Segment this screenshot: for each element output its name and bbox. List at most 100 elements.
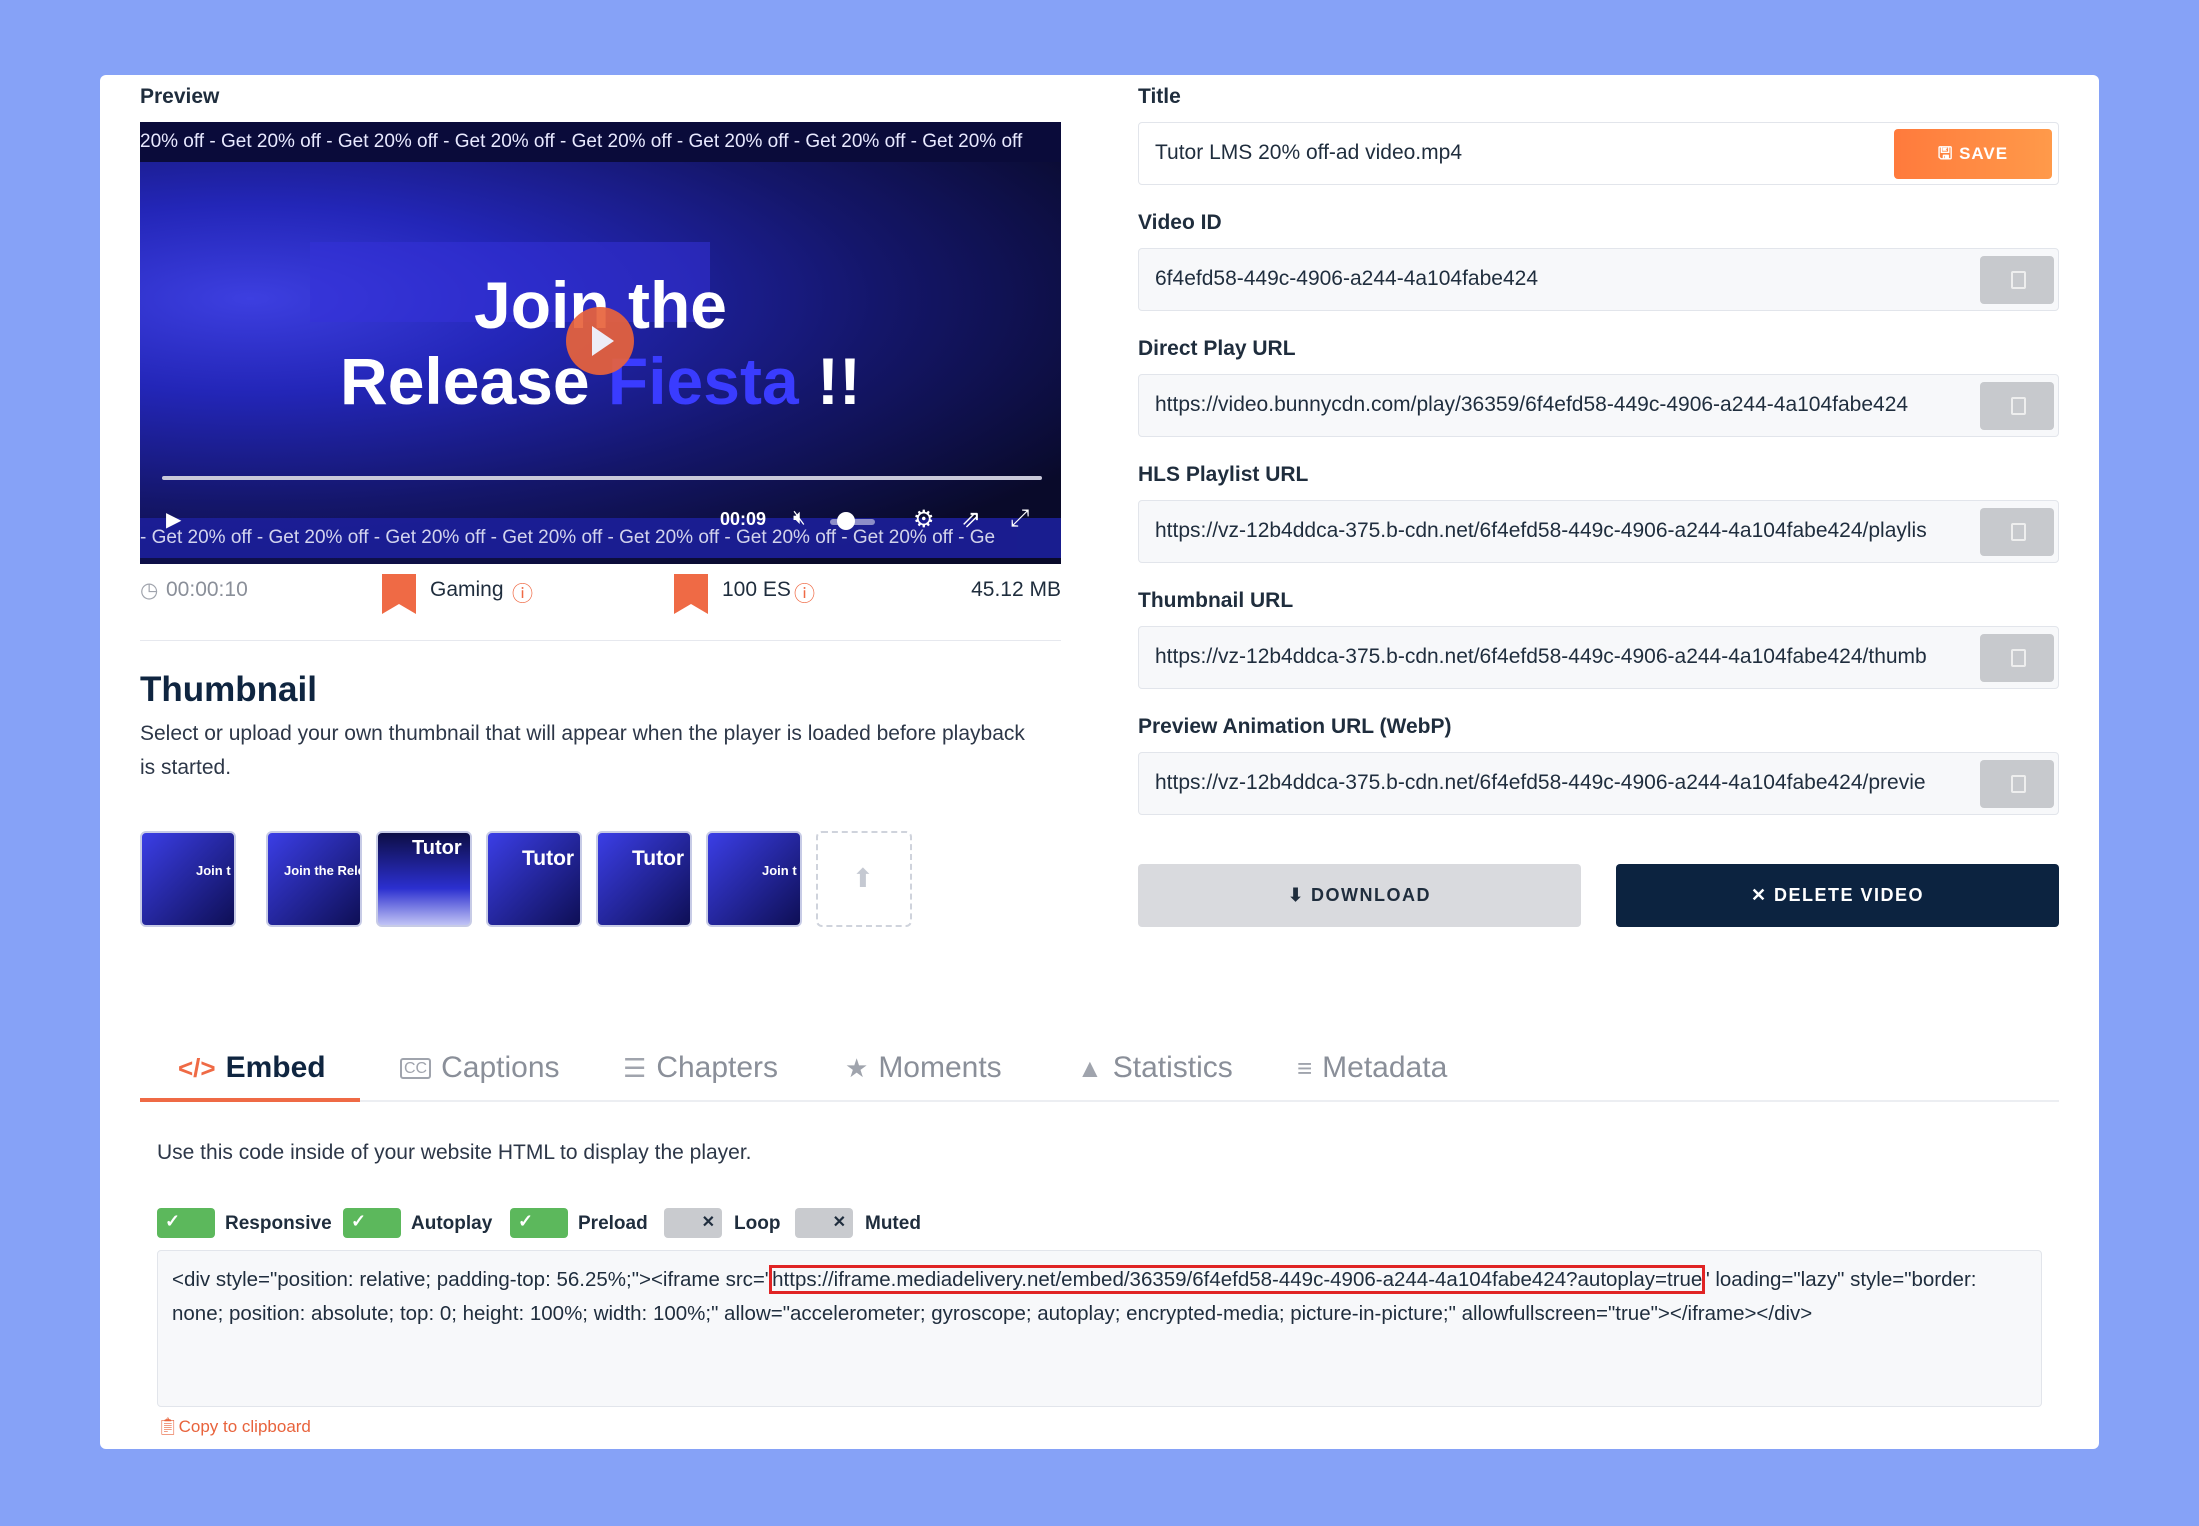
responsive-label: Responsive bbox=[225, 1213, 332, 1234]
tab-captions-label: Captions bbox=[441, 1051, 560, 1084]
volume-knob-icon[interactable] bbox=[837, 512, 855, 530]
thumbnail-option[interactable]: Tutor 20 bbox=[596, 831, 692, 927]
title-label: Title bbox=[1138, 85, 1181, 108]
video-title-fiesta: Fiesta bbox=[607, 344, 799, 418]
muted-label: Muted bbox=[865, 1213, 921, 1234]
tab-embed-label: Embed bbox=[225, 1051, 326, 1084]
thumbnail-option[interactable]: Join the Rele bbox=[266, 831, 362, 927]
title-input[interactable]: Tutor LMS 20% off-ad video.mp4 🖫︎ SAVE bbox=[1138, 122, 2059, 185]
video-title-bang: !! bbox=[798, 344, 861, 418]
clipboard-icon: 📋︎ bbox=[157, 1417, 179, 1436]
delete-label: DELETE VIDEO bbox=[1774, 885, 1925, 905]
video-player[interactable]: 20% off - Get 20% off - Get 20% off - Ge… bbox=[140, 122, 1061, 564]
copy-to-clipboard-label: Copy to clipboard bbox=[178, 1417, 311, 1436]
external-link-icon[interactable]: ⇗ bbox=[961, 505, 981, 534]
tab-moments[interactable]: ★ Moments bbox=[845, 1051, 1002, 1085]
rating-ribbon-icon bbox=[674, 574, 708, 614]
thumbnail-option[interactable]: Join t Release bbox=[140, 831, 236, 927]
save-icon: 🖫︎ bbox=[1937, 144, 1960, 163]
thumbnail-option[interactable]: Tutor 20 bbox=[486, 831, 582, 927]
video-details-card: Preview 20% off - Get 20% off - Get 20% … bbox=[100, 75, 2099, 1449]
delete-video-button[interactable]: ✕ DELETE VIDEO bbox=[1616, 864, 2059, 927]
category-info-icon[interactable]: ⓘ bbox=[512, 578, 533, 608]
active-tab-indicator bbox=[140, 1098, 360, 1102]
tab-metadata-label: Metadata bbox=[1322, 1051, 1448, 1084]
autoplay-toggle[interactable] bbox=[343, 1208, 401, 1238]
tab-chapters[interactable]: ☰ Chapters bbox=[623, 1051, 778, 1085]
tab-embed[interactable]: </> Embed bbox=[178, 1051, 326, 1085]
title-value: Tutor LMS 20% off-ad video.mp4 bbox=[1155, 141, 1462, 164]
preview-animation-value: https://vz-12b4ddca-375.b-cdn.net/6f4efd… bbox=[1155, 771, 1926, 794]
download-label: DOWNLOAD bbox=[1311, 885, 1432, 905]
tab-captions[interactable]: CC Captions bbox=[400, 1051, 560, 1085]
embed-code-url: https://iframe.mediadelivery.net/embed/3… bbox=[769, 1265, 1706, 1294]
video-ticker-top: 20% off - Get 20% off - Get 20% off - Ge… bbox=[140, 122, 1061, 162]
preload-toggle[interactable] bbox=[510, 1208, 568, 1238]
copy-to-clipboard-link[interactable]: 📋︎Copy to clipboard bbox=[157, 1417, 311, 1437]
download-button[interactable]: ⬇ DOWNLOAD bbox=[1138, 864, 1581, 927]
big-play-button[interactable] bbox=[566, 307, 634, 375]
upload-thumbnail-button[interactable]: ⬆ bbox=[816, 831, 912, 927]
tab-bar: </> Embed CC Captions ☰ Chapters ★ Moments ▲… bbox=[140, 1037, 2059, 1102]
embed-description: Use this code inside of your website HTM… bbox=[157, 1141, 752, 1164]
time-display: 00:09 bbox=[720, 509, 767, 529]
video-progress-bar[interactable] bbox=[162, 476, 1042, 480]
copy-thumbnail-url-button[interactable] bbox=[1980, 634, 2054, 682]
thumbnail-url-field: https://vz-12b4ddca-375.b-cdn.net/6f4efd… bbox=[1138, 626, 2059, 689]
muted-toggle[interactable] bbox=[795, 1208, 853, 1238]
rating-info-icon[interactable]: ⓘ bbox=[794, 578, 815, 608]
direct-play-field: https://video.bunnycdn.com/play/36359/6f… bbox=[1138, 374, 2059, 437]
preview-animation-label: Preview Animation URL (WebP) bbox=[1138, 715, 1452, 738]
autoplay-label: Autoplay bbox=[411, 1213, 493, 1234]
hls-label: HLS Playlist URL bbox=[1138, 463, 1309, 486]
save-label: SAVE bbox=[1959, 144, 2009, 163]
preview-animation-field: https://vz-12b4ddca-375.b-cdn.net/6f4efd… bbox=[1138, 752, 2059, 815]
code-icon: </> bbox=[178, 1053, 216, 1083]
thumbnail-heading: Thumbnail bbox=[140, 670, 317, 709]
embed-code-box[interactable]: <div style="position: relative; padding-… bbox=[157, 1250, 2042, 1407]
thumbnail-list: Join t Release Join the Rele Tutor Tutor… bbox=[140, 831, 940, 929]
section-divider bbox=[140, 640, 1061, 641]
embed-options: Responsive Autoplay Preload Loop Muted bbox=[157, 1208, 1057, 1240]
embed-code-start: <div style="position: relative; padding-… bbox=[172, 1268, 773, 1291]
play-icon[interactable]: ▶ bbox=[166, 507, 181, 532]
preview-label: Preview bbox=[140, 85, 220, 108]
loop-label: Loop bbox=[734, 1213, 781, 1234]
video-meta-row: ◷ 00:00:10 Gaming ⓘ 100 ES ⓘ 45.12 MB bbox=[140, 572, 1061, 614]
download-icon: ⬇ bbox=[1287, 885, 1312, 905]
list-icon: ☰ bbox=[623, 1053, 647, 1083]
star-icon: ★ bbox=[845, 1053, 869, 1083]
thumbnail-url-value: https://vz-12b4ddca-375.b-cdn.net/6f4efd… bbox=[1155, 645, 1927, 668]
video-title-release: Release bbox=[340, 344, 608, 418]
tab-statistics[interactable]: ▲ Statistics bbox=[1077, 1051, 1233, 1085]
video-id-label: Video ID bbox=[1138, 211, 1222, 234]
rating-text: 100 ES bbox=[722, 578, 791, 601]
copy-video-id-button[interactable] bbox=[1980, 256, 2054, 304]
loop-toggle[interactable] bbox=[664, 1208, 722, 1238]
save-button[interactable]: 🖫︎ SAVE bbox=[1894, 129, 2052, 179]
fullscreen-icon[interactable]: ⤢ bbox=[1010, 505, 1029, 533]
metadata-icon: ≡ bbox=[1297, 1053, 1313, 1083]
hls-field: https://vz-12b4ddca-375.b-cdn.net/6f4efd… bbox=[1138, 500, 2059, 563]
file-size-text: 45.12 MB bbox=[971, 578, 1061, 601]
copy-direct-play-button[interactable] bbox=[1980, 382, 2054, 430]
responsive-toggle[interactable] bbox=[157, 1208, 215, 1238]
cc-icon: CC bbox=[400, 1058, 432, 1079]
hls-value: https://vz-12b4ddca-375.b-cdn.net/6f4efd… bbox=[1155, 519, 1927, 542]
thumbnail-url-label: Thumbnail URL bbox=[1138, 589, 1294, 612]
tab-statistics-label: Statistics bbox=[1112, 1051, 1233, 1084]
thumbnail-option[interactable]: Join t Release bbox=[706, 831, 802, 927]
thumbnail-description: Select or upload your own thumbnail that… bbox=[140, 722, 1025, 779]
video-id-value: 6f4efd58-449c-4906-a244-4a104fabe424 bbox=[1155, 267, 1538, 290]
copy-hls-button[interactable] bbox=[1980, 508, 2054, 556]
close-icon: ✕ bbox=[1750, 885, 1775, 905]
category-ribbon-icon bbox=[382, 574, 416, 614]
video-id-field: 6f4efd58-449c-4906-a244-4a104fabe424 bbox=[1138, 248, 2059, 311]
copy-preview-animation-button[interactable] bbox=[1980, 760, 2054, 808]
category-text: Gaming bbox=[430, 578, 504, 601]
settings-gear-icon[interactable]: ⚙ bbox=[913, 505, 935, 534]
mute-icon[interactable]: 🔇︎ bbox=[793, 507, 806, 530]
direct-play-value: https://video.bunnycdn.com/play/36359/6f… bbox=[1155, 393, 1909, 416]
thumbnail-option[interactable]: Tutor bbox=[376, 831, 472, 927]
tab-metadata[interactable]: ≡ Metadata bbox=[1297, 1051, 1447, 1085]
